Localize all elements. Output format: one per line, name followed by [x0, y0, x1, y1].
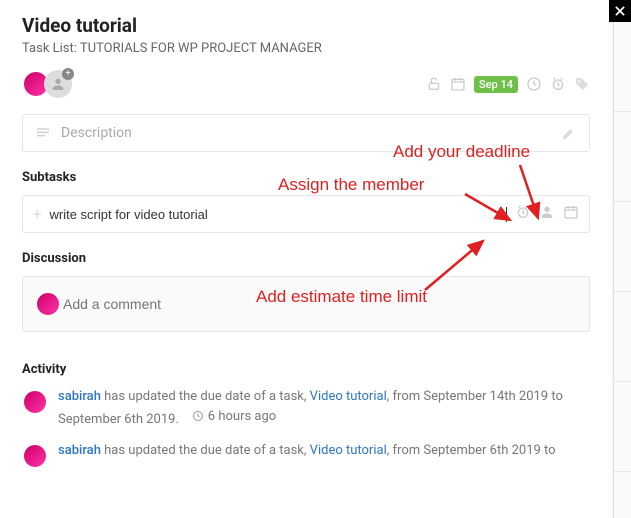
- description-placeholder: Description: [61, 125, 132, 141]
- activity-user-link[interactable]: sabirah: [58, 443, 101, 458]
- paragraph-icon: [35, 125, 51, 141]
- subtasks-heading: Subtasks: [22, 170, 590, 185]
- task-title: Video tutorial: [22, 14, 590, 37]
- task-meta-row: Sep 14: [22, 70, 590, 98]
- tasklist-breadcrumb: Task List: TUTORIALS FOR WP PROJECT MANA…: [22, 41, 590, 56]
- activity-text: sabirah has updated the due date of a ta…: [58, 441, 556, 461]
- description-field[interactable]: Description: [22, 114, 590, 152]
- user-icon: [50, 76, 66, 92]
- close-button[interactable]: [609, 0, 631, 22]
- modal-content: Video tutorial Task List: TUTORIALS FOR …: [0, 0, 612, 495]
- close-icon: [613, 4, 627, 18]
- meta-icons: Sep 14: [426, 76, 590, 93]
- pencil-icon[interactable]: [561, 125, 577, 141]
- activity-row: sabirah has updated the due date of a ta…: [22, 441, 590, 469]
- subtask-input-row: +: [22, 195, 590, 233]
- comment-input[interactable]: [63, 296, 577, 312]
- add-assignee-button[interactable]: [44, 70, 72, 98]
- activity-time: 6 hours ago: [192, 407, 276, 427]
- subtask-estimate-button[interactable]: [515, 204, 531, 224]
- tasklist-name: TUTORIALS FOR WP PROJECT MANAGER: [80, 41, 322, 56]
- current-user-avatar: [35, 291, 61, 317]
- background-panel: [613, 22, 631, 518]
- clock-icon: [192, 410, 204, 422]
- due-date-badge[interactable]: Sep 14: [474, 76, 518, 93]
- activity-tail: , from September 6th 2019 to: [387, 443, 556, 458]
- plus-icon: +: [33, 205, 41, 223]
- time-ago-text: 6 hours ago: [208, 407, 276, 427]
- activity-task-link[interactable]: Video tutorial: [310, 389, 387, 404]
- tag-icon[interactable]: [574, 76, 590, 92]
- time-icon[interactable]: [526, 76, 542, 92]
- activity-row: sabirah has updated the due date of a ta…: [22, 387, 590, 429]
- activity-task-link[interactable]: Video tutorial: [310, 443, 387, 458]
- comment-box: [22, 276, 590, 332]
- subtask-actions: [515, 204, 579, 224]
- reminder-icon[interactable]: [550, 76, 566, 92]
- avatar: [22, 443, 48, 469]
- subtask-input[interactable]: [49, 207, 507, 222]
- avatar: [22, 389, 48, 415]
- discussion-heading: Discussion: [22, 251, 590, 266]
- calendar-start-icon[interactable]: [450, 76, 466, 92]
- task-modal: Video tutorial Task List: TUTORIALS FOR …: [0, 0, 612, 518]
- activity-user-link[interactable]: sabirah: [58, 389, 101, 404]
- activity-text: sabirah has updated the due date of a ta…: [58, 387, 590, 429]
- assignees: [22, 70, 72, 98]
- subtask-assign-button[interactable]: [539, 204, 555, 224]
- unlock-icon[interactable]: [426, 76, 442, 92]
- tasklist-prefix: Task List:: [22, 41, 80, 56]
- activity-verb: has updated the due date of a task,: [101, 389, 310, 404]
- activity-verb: has updated the due date of a task,: [101, 443, 310, 458]
- activity-heading: Activity: [22, 362, 590, 377]
- subtask-deadline-button[interactable]: [563, 204, 579, 224]
